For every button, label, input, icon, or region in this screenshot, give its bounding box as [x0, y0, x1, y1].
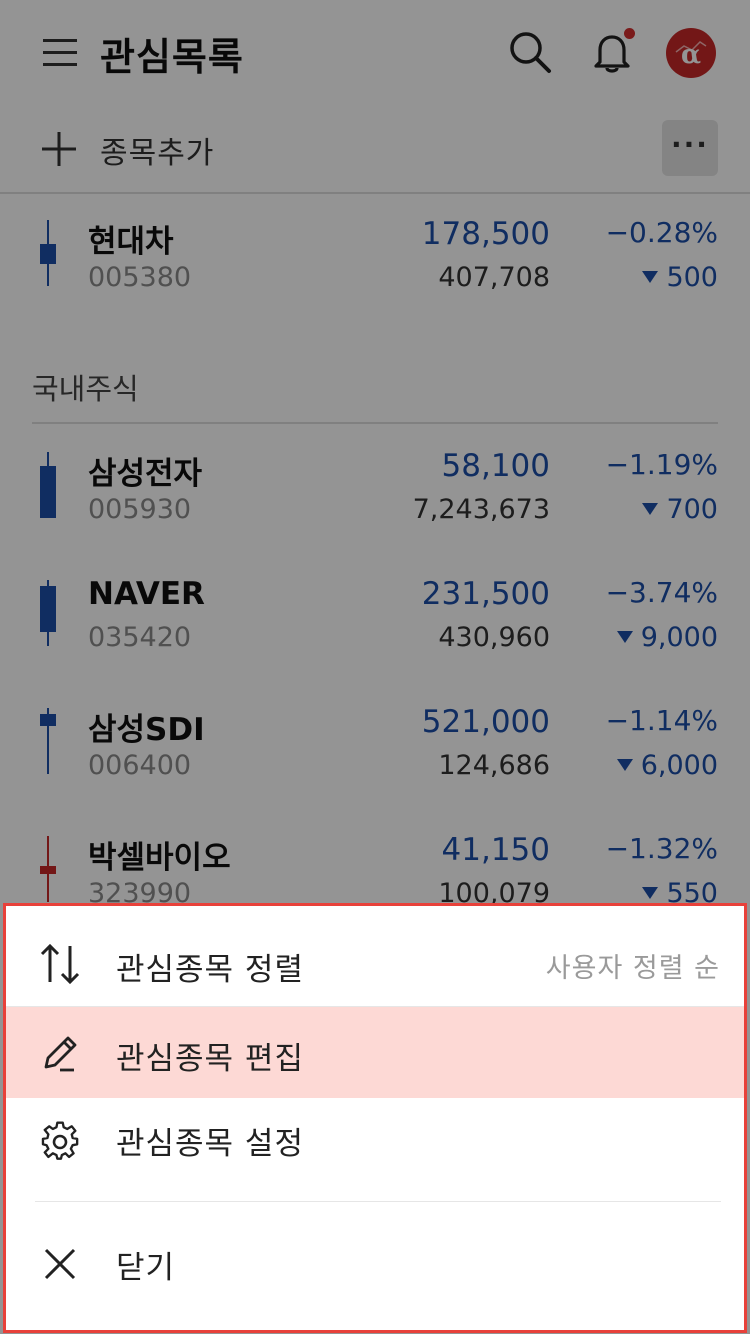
- settings-label: 관심종목 설정: [116, 1126, 304, 1162]
- close-icon: [44, 1248, 76, 1280]
- sort-value: 사용자 정렬 순: [545, 953, 720, 984]
- watchlist-screen: 관심목록 α 종목추가 ··· 현대차 005380 178,500 407,7…: [0, 0, 750, 1334]
- sort-watchlist-item[interactable]: 관심종목 정렬 사용자 정렬 순: [6, 906, 744, 1006]
- sort-label: 관심종목 정렬: [116, 952, 304, 988]
- close-label: 닫기: [116, 1250, 176, 1286]
- close-sheet-item[interactable]: 닫기: [6, 1202, 744, 1324]
- settings-watchlist-item[interactable]: 관심종목 설정: [6, 1098, 744, 1198]
- gear-icon: [41, 1121, 79, 1160]
- edit-label: 관심종목 편집: [116, 1041, 304, 1077]
- bottom-sheet-menu: 관심종목 정렬 사용자 정렬 순 관심종목 편집 관심종목 설정 닫기: [3, 903, 747, 1333]
- pencil-icon: [44, 1036, 77, 1072]
- edit-watchlist-item[interactable]: 관심종목 편집: [6, 1007, 744, 1098]
- sort-arrows-icon: [40, 943, 80, 985]
